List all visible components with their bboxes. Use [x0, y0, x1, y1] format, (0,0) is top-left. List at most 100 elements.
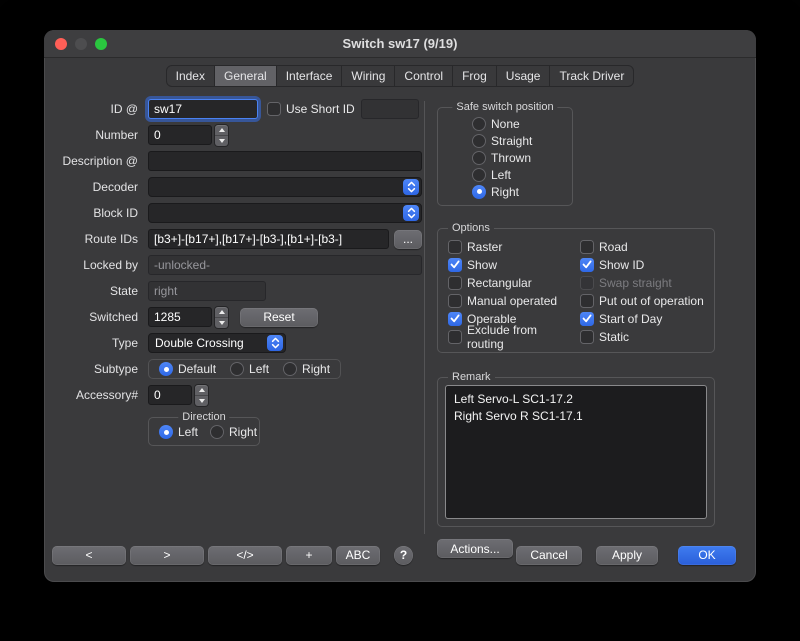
help-button[interactable]: ?: [394, 546, 413, 565]
radio-label: Straight: [491, 134, 532, 148]
block-id-label: Block ID: [50, 206, 138, 220]
remark-line: Right Servo R SC1-17.1: [454, 408, 698, 425]
tab-track-driver[interactable]: Track Driver: [550, 66, 633, 86]
id-input[interactable]: [148, 99, 258, 119]
checkbox-label: Start of Day: [599, 312, 662, 326]
direction-left-radio[interactable]: Left: [159, 425, 198, 439]
subtype-left-radio[interactable]: Left: [230, 362, 269, 376]
direction-right-radio[interactable]: Right: [210, 425, 257, 439]
route-ids-input[interactable]: [148, 229, 389, 249]
cancel-button[interactable]: Cancel: [516, 546, 582, 565]
stepper-up-icon[interactable]: [215, 307, 228, 318]
checkbox-show-id[interactable]: Show ID: [580, 257, 708, 272]
apply-button[interactable]: Apply: [596, 546, 658, 565]
number-input[interactable]: [148, 125, 212, 145]
reset-button[interactable]: Reset: [240, 308, 318, 327]
tab-index[interactable]: Index: [167, 66, 215, 86]
tab-control[interactable]: Control: [395, 66, 453, 86]
subtype-default-radio[interactable]: Default: [159, 362, 216, 376]
checkbox-icon: [580, 276, 594, 290]
remark-textarea[interactable]: Left Servo-L SC1-17.2 Right Servo R SC1-…: [446, 386, 706, 518]
stepper-up-icon[interactable]: [195, 385, 208, 396]
checkbox-label: Exclude from routing: [467, 323, 576, 351]
decoder-row: Decoder: [50, 177, 422, 197]
safe-position-left-radio[interactable]: Left: [472, 167, 568, 182]
checkbox-road[interactable]: Road: [580, 239, 708, 254]
decoder-label: Decoder: [50, 180, 138, 194]
number-stepper[interactable]: [215, 125, 228, 146]
remark-group-label: Remark: [448, 370, 495, 384]
radio-label: Left: [249, 362, 269, 376]
checkbox-label: Raster: [467, 240, 502, 254]
tab-interface[interactable]: Interface: [277, 66, 343, 86]
checkbox-put-out-of-operation[interactable]: Put out of operation: [580, 293, 708, 308]
chevron-up-down-icon[interactable]: [267, 335, 283, 351]
checkbox-start-of-day[interactable]: Start of Day: [580, 311, 708, 326]
titlebar: Switch sw17 (9/19): [44, 30, 756, 58]
checkbox-label: Show ID: [599, 258, 644, 272]
checkbox-exclude-from-routing[interactable]: Exclude from routing: [448, 329, 576, 344]
close-window-button[interactable]: [55, 38, 67, 50]
subtype-right-radio[interactable]: Right: [283, 362, 330, 376]
zoom-window-button[interactable]: [95, 38, 107, 50]
ok-button[interactable]: OK: [678, 546, 736, 565]
checkbox-icon: [580, 330, 594, 344]
stepper-down-icon[interactable]: [215, 136, 228, 146]
safe-position-none-radio[interactable]: None: [472, 116, 568, 131]
direction-groupbox: Direction Left Right: [148, 417, 260, 446]
checkbox-icon: [448, 258, 462, 272]
checkbox-show[interactable]: Show: [448, 257, 576, 272]
use-short-id-checkbox[interactable]: Use Short ID: [267, 102, 355, 116]
abc-button[interactable]: ABC: [336, 546, 380, 565]
stepper-down-icon[interactable]: [215, 318, 228, 328]
next-button[interactable]: >: [130, 546, 204, 565]
number-row: Number: [50, 125, 422, 145]
block-id-dropdown[interactable]: [148, 203, 422, 223]
safe-position-right-radio[interactable]: Right: [472, 184, 568, 199]
accessory-stepper[interactable]: [195, 385, 208, 406]
radio-label: Thrown: [491, 151, 531, 165]
locked-by-input: [148, 255, 422, 275]
chevron-up-down-icon[interactable]: [403, 205, 419, 221]
radio-icon: [210, 425, 224, 439]
stepper-down-icon[interactable]: [195, 396, 208, 406]
short-id-input[interactable]: [361, 99, 419, 119]
radio-label: Left: [491, 168, 511, 182]
checkbox-manual-operated[interactable]: Manual operated: [448, 293, 576, 308]
stepper-up-icon[interactable]: [215, 125, 228, 136]
type-dropdown[interactable]: Double Crossing: [148, 333, 286, 353]
type-label: Type: [50, 336, 138, 350]
route-ids-browse-button[interactable]: ...: [394, 230, 422, 249]
use-short-id-label: Use Short ID: [286, 102, 355, 116]
number-label: Number: [50, 128, 138, 142]
switched-row: Switched Reset: [50, 307, 422, 327]
dialog-content: ID @ Use Short ID Number De: [44, 91, 756, 538]
checkbox-label: Show: [467, 258, 497, 272]
xml-code-button[interactable]: </>: [208, 546, 282, 565]
decoder-dropdown[interactable]: [148, 177, 422, 197]
tab-wiring[interactable]: Wiring: [342, 66, 395, 86]
radio-icon: [283, 362, 297, 376]
chevron-up-down-icon[interactable]: [403, 179, 419, 195]
safe-position-straight-radio[interactable]: Straight: [472, 133, 568, 148]
left-form-column: ID @ Use Short ID Number De: [50, 99, 422, 538]
tab-frog[interactable]: Frog: [453, 66, 497, 86]
checkbox-raster[interactable]: Raster: [448, 239, 576, 254]
switched-input[interactable]: [148, 307, 212, 327]
state-row: State: [50, 281, 422, 301]
add-button[interactable]: +: [286, 546, 332, 565]
tab-general[interactable]: General: [215, 66, 277, 86]
description-input[interactable]: [148, 151, 422, 171]
checkbox-icon: [580, 294, 594, 308]
previous-button[interactable]: <: [52, 546, 126, 565]
safe-position-thrown-radio[interactable]: Thrown: [472, 150, 568, 165]
checkbox-rectangular[interactable]: Rectangular: [448, 275, 576, 290]
checkbox-label: Manual operated: [467, 294, 557, 308]
accessory-input[interactable]: [148, 385, 192, 405]
tab-usage[interactable]: Usage: [497, 66, 551, 86]
state-label: State: [50, 284, 138, 298]
remark-groupbox: Remark Left Servo-L SC1-17.2 Right Servo…: [437, 377, 715, 527]
remark-line: Left Servo-L SC1-17.2: [454, 391, 698, 408]
checkbox-static[interactable]: Static: [580, 329, 708, 344]
switched-stepper[interactable]: [215, 307, 228, 328]
